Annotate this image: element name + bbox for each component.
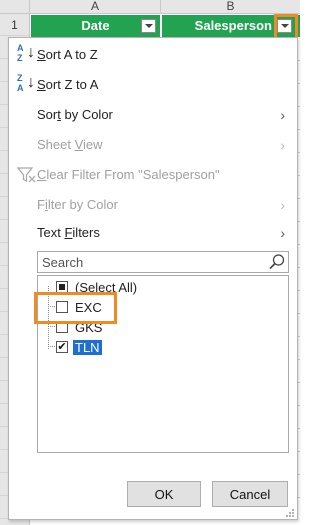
grid-line — [298, 244, 300, 245]
tln-checkbox[interactable]: ✔ — [56, 341, 68, 353]
list-item-label: TLN — [73, 340, 102, 355]
search-box — [37, 251, 289, 273]
date-header-label: Date — [81, 18, 110, 33]
chevron-right-icon: › — [280, 197, 285, 213]
ok-button[interactable]: OK — [127, 481, 201, 507]
date-header-cell[interactable]: Date — [31, 15, 161, 37]
salesperson-header-label: Salesperson — [194, 18, 272, 33]
grid-line — [298, 267, 300, 268]
grid-line — [298, 359, 300, 360]
grid-line — [298, 175, 300, 176]
sort-descending-icon: Z A ↓ — [17, 73, 35, 93]
chevron-right-icon: › — [280, 107, 285, 123]
grid-line — [298, 451, 300, 452]
grid-line — [298, 106, 300, 107]
grid-line — [298, 60, 300, 61]
chevron-right-icon: › — [280, 225, 285, 241]
chevron-right-icon: › — [280, 137, 285, 153]
search-input[interactable] — [38, 252, 258, 272]
grid-line — [298, 198, 300, 199]
grid-line — [298, 382, 300, 383]
filter-by-color-item[interactable]: Filter by Color › — [9, 190, 297, 220]
grid-line — [298, 428, 300, 429]
sort-by-color-item[interactable]: Sort by Color › — [9, 100, 297, 130]
grid-line — [298, 313, 300, 314]
search-icon[interactable] — [268, 253, 286, 271]
grid-line — [298, 497, 300, 498]
column-headers: A B — [0, 0, 300, 14]
select-all-corner[interactable] — [0, 0, 30, 14]
highlight-tln-item — [34, 292, 117, 324]
grid-line — [298, 336, 300, 337]
column-header-b[interactable]: B — [161, 0, 300, 14]
autofilter-dropdown-panel: A Z ↓ Sort A to Z Z A ↓ Sort Z to A Sort by … — [8, 37, 298, 520]
sort-ascending-icon: A Z ↓ — [17, 43, 35, 63]
column-header-a[interactable]: A — [30, 0, 161, 14]
text-filters-item[interactable]: Text Filters › — [9, 218, 297, 248]
clear-filter-item[interactable]: Clear Filter From "Salesperson" — [9, 160, 297, 190]
dropdown-arrow-icon — [145, 24, 153, 28]
sheet-view-item[interactable]: Sheet View › — [9, 130, 297, 160]
grid-line — [298, 129, 300, 130]
resize-grip-icon[interactable] — [285, 508, 295, 518]
list-item-tln[interactable]: ✔ TLN — [38, 338, 288, 358]
grid-line — [298, 221, 300, 222]
date-filter-dropdown-button[interactable] — [141, 19, 156, 33]
grid-line — [298, 290, 300, 291]
sort-z-to-a-item[interactable]: Z A ↓ Sort Z to A — [9, 70, 297, 100]
grid-line — [298, 83, 300, 84]
grid-line — [298, 405, 300, 406]
row-header-1[interactable]: 1 — [0, 14, 29, 36]
sort-a-to-z-item[interactable]: A Z ↓ Sort A to Z — [9, 40, 297, 70]
grid-line — [298, 152, 300, 153]
cancel-button[interactable]: Cancel — [212, 481, 288, 507]
clear-filter-icon — [17, 167, 36, 183]
grid-line — [298, 474, 300, 475]
